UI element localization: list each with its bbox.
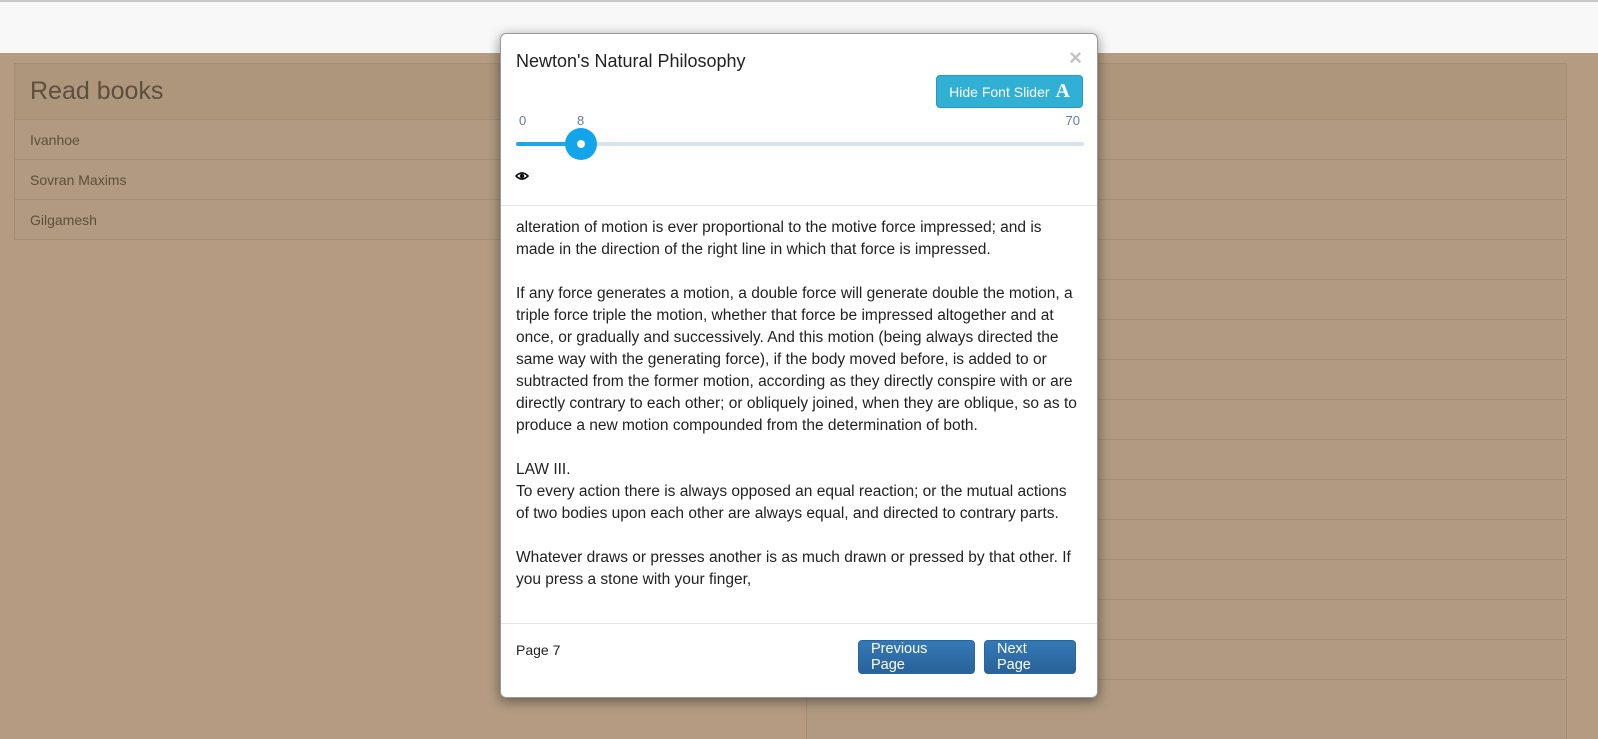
modal-title: Newton's Natural Philosophy: [516, 51, 746, 71]
modal-body: alteration of motion is ever proportiona…: [501, 207, 1097, 623]
font-size-slider[interactable]: [516, 128, 1084, 160]
next-page-button[interactable]: Next Page: [984, 640, 1076, 674]
hide-font-slider-button[interactable]: Hide Font Slider A: [936, 75, 1083, 108]
body-paragraph: LAW III.: [516, 461, 571, 478]
slider-min-label: 0: [519, 113, 527, 128]
body-paragraph: Whatever draws or presses another is as …: [516, 549, 1071, 588]
body-paragraph: To every action there is always opposed …: [516, 483, 1067, 522]
slider-handle[interactable]: [565, 128, 597, 160]
hide-font-slider-label: Hide Font Slider: [949, 83, 1050, 100]
font-icon: A: [1055, 80, 1070, 102]
modal-header: Newton's Natural Philosophy × Hide Font …: [501, 34, 1097, 206]
body-paragraph: If any force generates a motion, a doubl…: [516, 285, 1077, 434]
modal-footer: Page 7 Previous Page Next Page: [501, 623, 1097, 697]
previous-page-button[interactable]: Previous Page: [858, 640, 975, 674]
close-button[interactable]: ×: [1069, 47, 1082, 69]
slider-max-label: 70: [1065, 113, 1080, 128]
eye-icon[interactable]: [515, 171, 529, 181]
body-paragraph: alteration of motion is ever proportiona…: [516, 219, 1042, 258]
page-number: Page 7: [516, 642, 561, 658]
reader-modal: Newton's Natural Philosophy × Hide Font …: [500, 33, 1098, 698]
slider-value-label: 8: [577, 113, 585, 128]
